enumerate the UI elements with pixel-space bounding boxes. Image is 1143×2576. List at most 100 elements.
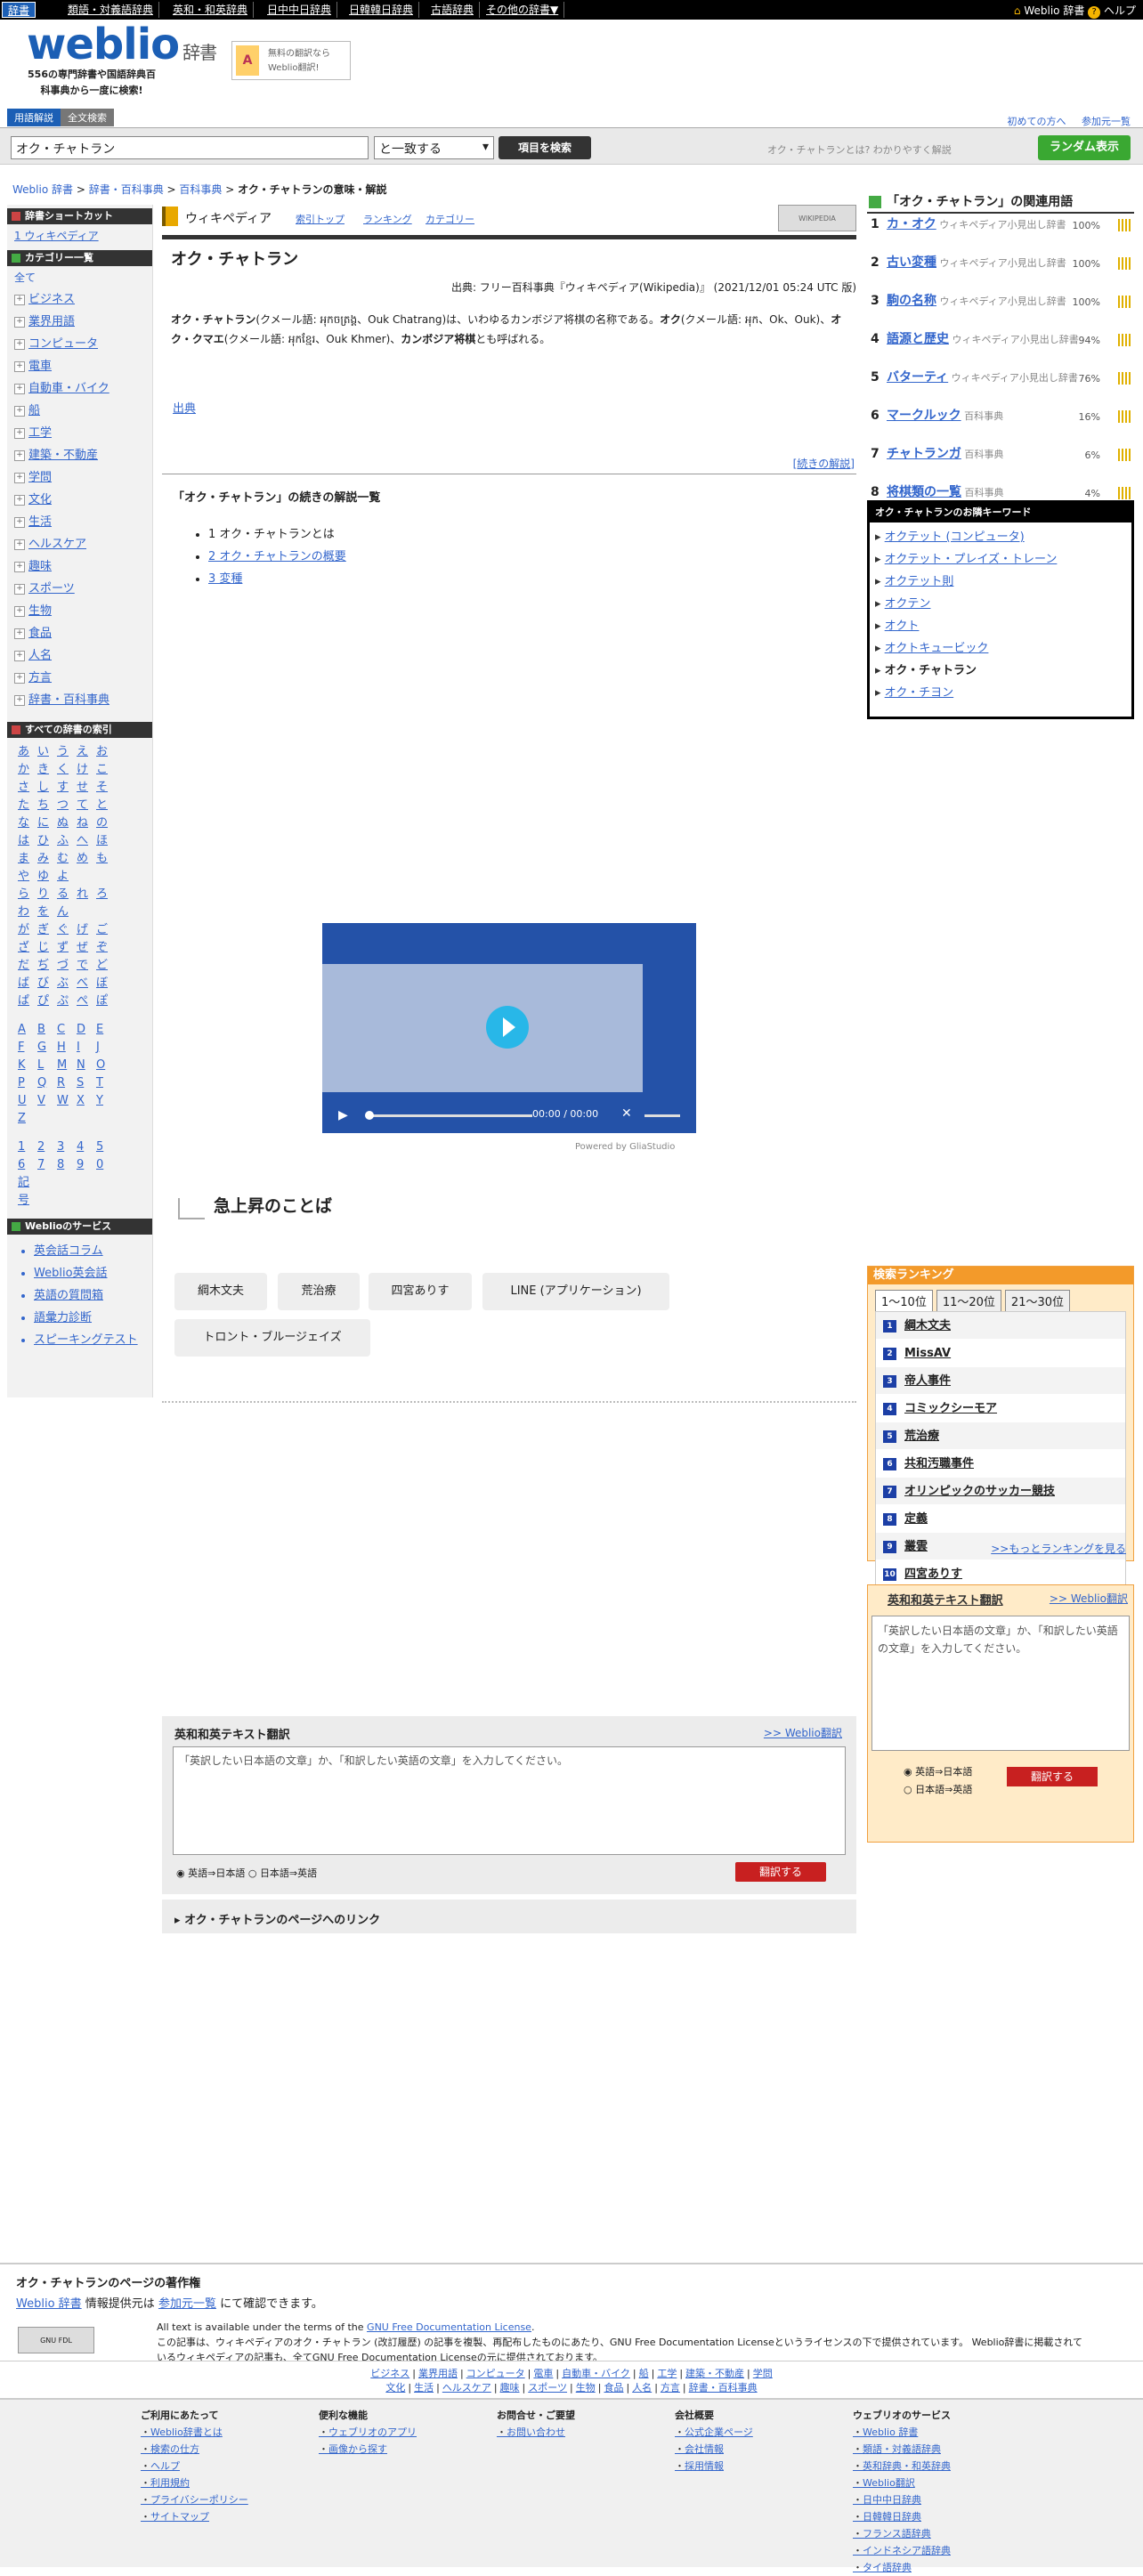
footer-link[interactable]: ウェブリオのアプリ — [319, 2424, 417, 2441]
index-char-link[interactable]: り — [37, 886, 57, 903]
index-char-link[interactable]: め — [77, 850, 96, 868]
footer-category-link[interactable]: ビジネス — [370, 2368, 409, 2379]
related-term-link[interactable]: 語源と歴史 — [887, 332, 949, 346]
index-char-link[interactable]: B — [37, 1021, 57, 1039]
footer-category-link[interactable]: 生物 — [576, 2382, 596, 2394]
nav-ja-ko[interactable]: 日韓韓日辞典 — [344, 2, 420, 18]
index-char-link[interactable]: ぺ — [77, 992, 96, 1010]
footer-link[interactable]: タイ語辞典 — [853, 2559, 951, 2576]
related-term-row[interactable]: 1 カ・オク ウィキペディア小見出し辞書 100% — [867, 214, 1134, 252]
neighbor-keyword[interactable]: オクト — [875, 615, 1126, 637]
category-item[interactable]: 食品 — [14, 622, 145, 644]
neighbor-keyword[interactable]: オクテット・プレイズ・トレーン — [875, 548, 1126, 571]
index-char-link[interactable]: Q — [37, 1074, 57, 1092]
index-char-link[interactable]: も — [96, 850, 116, 868]
index-char-link[interactable]: わ — [18, 903, 37, 921]
rising-word-chip[interactable]: トロント・ブルージェイズ — [174, 1319, 370, 1357]
index-char-link[interactable]: み — [37, 850, 57, 868]
footer-link[interactable]: 日韓韓日辞典 — [853, 2508, 951, 2525]
index-char-link[interactable]: ぎ — [37, 921, 57, 939]
service-item[interactable]: 英語の質問箱 — [34, 1284, 143, 1307]
category-item[interactable]: 船 — [14, 400, 145, 422]
index-char-link[interactable]: じ — [37, 939, 57, 957]
index-char-link[interactable]: く — [57, 761, 77, 779]
ranking-row[interactable]: 6 共和汚職事件 — [876, 1450, 1125, 1478]
side-translation-textarea[interactable]: 「英訳したい日本語の文章」か、「和訳したい英語の文章」を入力してください。 — [871, 1616, 1130, 1751]
index-char-link[interactable]: は — [18, 832, 37, 850]
category-item[interactable]: コンピュータ — [14, 333, 145, 355]
index-char-link[interactable]: ぐ — [57, 921, 77, 939]
index-char-link[interactable]: そ — [96, 779, 116, 797]
footer-category-link[interactable]: 食品 — [604, 2382, 623, 2394]
category-item[interactable]: 電車 — [14, 355, 145, 377]
side-radio-ja-en[interactable]: ○ 日本語⇒英語 — [904, 1781, 972, 1799]
footer-category-link[interactable]: 電車 — [533, 2368, 553, 2379]
index-char-link[interactable]: ち — [37, 797, 57, 814]
ranking-row[interactable]: 2 MissAV — [876, 1340, 1125, 1367]
index-char-link[interactable]: T — [96, 1074, 116, 1092]
index-char-link[interactable]: ぷ — [57, 992, 77, 1010]
index-char-link[interactable]: へ — [77, 832, 96, 850]
index-char-link[interactable]: L — [37, 1057, 57, 1074]
related-term-row[interactable]: 4 語源と歴史 ウィキペディア小見出し辞書 94% — [867, 328, 1134, 367]
breadcrumb-dictionaries[interactable]: 辞書・百科事典 — [89, 183, 164, 196]
index-char-link[interactable]: ぱ — [18, 992, 37, 1010]
index-symbol-link[interactable]: 記号 — [18, 1174, 37, 1210]
category-item[interactable]: 趣味 — [14, 555, 145, 578]
footer-category-link[interactable]: 辞書・百科事典 — [689, 2382, 758, 2394]
index-char-link[interactable]: や — [18, 868, 37, 886]
index-char-link[interactable]: る — [57, 886, 77, 903]
index-char-link[interactable]: 0 — [96, 1156, 116, 1174]
nav-kogo[interactable]: 古語辞典 — [426, 2, 481, 18]
index-char-link[interactable]: と — [96, 797, 116, 814]
index-char-link[interactable]: F — [18, 1039, 37, 1057]
category-item[interactable]: スポーツ — [14, 578, 145, 600]
index-char-link[interactable]: ど — [96, 957, 116, 975]
index-char-link[interactable]: な — [18, 814, 37, 832]
radio-ja-en[interactable]: ○ 日本語⇒英語 — [248, 1867, 317, 1879]
ranking-row[interactable]: 5 荒治療 — [876, 1422, 1125, 1450]
breadcrumb-home[interactable]: Weblio 辞書 — [12, 183, 73, 196]
footer-category-link[interactable]: 趣味 — [500, 2382, 520, 2394]
seek-bar[interactable] — [367, 1114, 532, 1117]
play-icon[interactable] — [486, 1006, 529, 1049]
translation-textarea[interactable]: 「英訳したい日本語の文章」か、「和訳したい英語の文章」を入力してください。 — [173, 1746, 846, 1855]
index-char-link[interactable]: だ — [18, 957, 37, 975]
index-char-link[interactable]: 4 — [77, 1138, 96, 1156]
footer-category-link[interactable]: 人名 — [632, 2382, 652, 2394]
index-char-link[interactable]: 6 — [18, 1156, 37, 1174]
index-char-link[interactable]: ん — [57, 903, 77, 921]
index-char-link[interactable]: A — [18, 1021, 37, 1039]
index-char-link[interactable]: ぞ — [96, 939, 116, 957]
nav-ja-zh[interactable]: 日中中日辞典 — [262, 2, 338, 18]
more-ranking-link[interactable]: >>もっとランキングを見る — [991, 1541, 1126, 1556]
index-char-link[interactable]: で — [77, 957, 96, 975]
index-char-link[interactable]: H — [57, 1039, 77, 1057]
index-char-link[interactable]: か — [18, 761, 37, 779]
ranking-tab-11-20[interactable]: 11〜20位 — [936, 1290, 1001, 1312]
index-char-link[interactable]: E — [96, 1021, 116, 1039]
index-char-link[interactable]: を — [37, 903, 57, 921]
index-char-link[interactable]: つ — [57, 797, 77, 814]
translate-button[interactable]: 翻訳する — [735, 1862, 826, 1882]
service-item[interactable]: Weblio英会話 — [34, 1262, 143, 1284]
index-char-link[interactable]: ず — [57, 939, 77, 957]
footer-link[interactable]: 利用規約 — [141, 2475, 248, 2491]
index-char-link[interactable]: ば — [18, 975, 37, 992]
index-char-link[interactable]: よ — [57, 868, 77, 886]
index-char-link[interactable]: 5 — [96, 1138, 116, 1156]
ranking-row[interactable]: 8 定義 — [876, 1505, 1125, 1533]
shortcut-wikipedia[interactable]: 1 ウィキペディア — [7, 224, 152, 247]
footer-category-link[interactable]: 業界用語 — [418, 2368, 458, 2379]
index-char-link[interactable]: の — [96, 814, 116, 832]
footer-link[interactable]: Weblio辞書とは — [141, 2424, 248, 2441]
index-char-link[interactable]: I — [77, 1039, 96, 1057]
ranking-row[interactable]: 1 綱木文夫 — [876, 1312, 1125, 1340]
nav-en-ja[interactable]: 英和・和英辞典 — [167, 2, 255, 18]
index-char-link[interactable]: Y — [96, 1092, 116, 1110]
footer-link[interactable]: ヘルプ — [141, 2458, 248, 2475]
index-char-link[interactable]: ざ — [18, 939, 37, 957]
index-char-link[interactable]: た — [18, 797, 37, 814]
toc-item[interactable]: 3 変種 — [208, 568, 346, 590]
tab-fulltext[interactable]: 全文検索 — [61, 109, 114, 126]
